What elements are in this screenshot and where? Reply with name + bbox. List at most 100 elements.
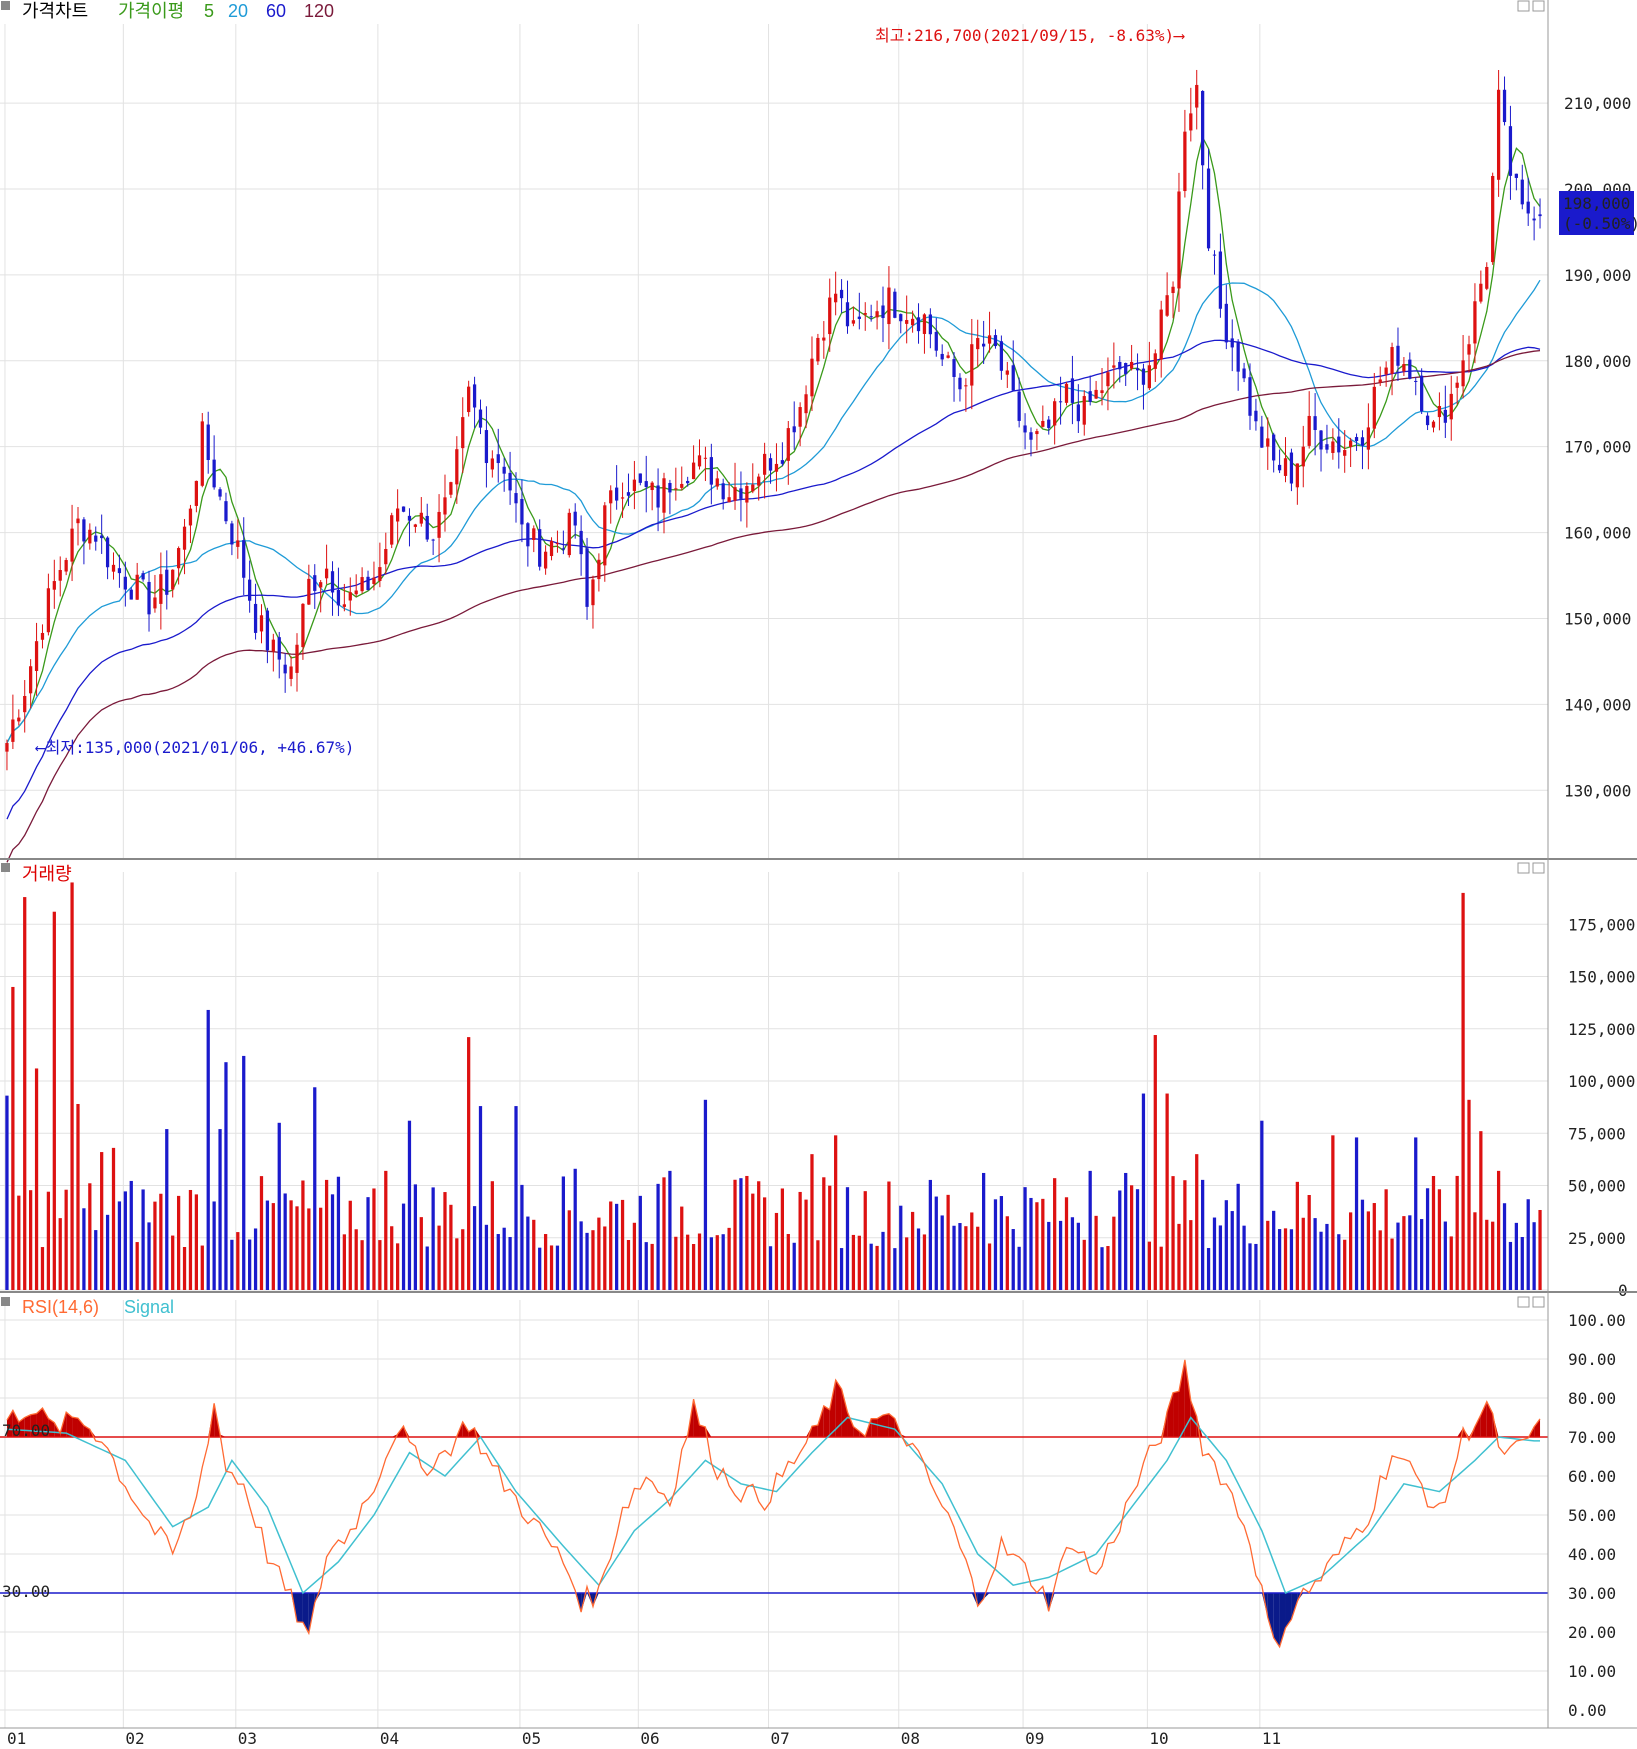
lower-level-label: 30.00 — [2, 1582, 50, 1601]
candle-body — [1532, 218, 1536, 221]
volume-bar — [455, 1238, 459, 1290]
volume-bar — [970, 1212, 974, 1290]
candle-body — [123, 576, 127, 590]
volume-bar — [1206, 1248, 1211, 1290]
candle-body — [549, 541, 554, 557]
volume-bar — [875, 1245, 879, 1290]
candle-body — [680, 483, 684, 488]
candle-body — [117, 568, 122, 574]
candle-body — [1076, 404, 1080, 422]
last-change-label: (-0.50%) — [1563, 214, 1637, 233]
panel-menu-icon[interactable] — [1, 863, 10, 872]
volume-bar — [319, 1207, 323, 1290]
candle-body — [1431, 421, 1436, 428]
candle-body — [40, 632, 45, 640]
volume-bar — [1112, 1216, 1116, 1290]
volume-bar — [1141, 1093, 1146, 1290]
candle-body — [638, 473, 642, 483]
volume-bar — [982, 1172, 986, 1290]
volume-bar — [591, 1230, 595, 1290]
minimize-icon[interactable] — [1517, 0, 1530, 12]
volume-bar — [1366, 1211, 1371, 1290]
candle-body — [100, 535, 104, 539]
candle-body — [200, 421, 204, 486]
candle-body — [253, 603, 258, 633]
candle-body — [176, 548, 181, 569]
candle-body — [218, 489, 222, 497]
volume-bar — [384, 1170, 388, 1290]
volume-bar — [703, 1099, 708, 1290]
candle-body — [1402, 364, 1406, 372]
volume-bar — [1496, 1170, 1501, 1290]
candle-body — [236, 540, 240, 547]
volume-bar — [396, 1243, 400, 1290]
candle-body — [1147, 365, 1151, 389]
candle-body — [1129, 361, 1134, 369]
rsi-overbought-fill — [871, 1418, 878, 1437]
volume-bar — [810, 1154, 814, 1290]
volume-bar — [64, 1189, 68, 1290]
volume-bar — [1189, 1220, 1193, 1290]
volume-bar — [999, 1196, 1004, 1290]
volume-bar — [342, 1234, 346, 1290]
candle-body — [816, 337, 820, 362]
candle-body — [1443, 409, 1447, 423]
candle-body — [668, 482, 672, 493]
candle-body — [330, 571, 335, 593]
volume-bar — [29, 1190, 33, 1290]
candle-body — [88, 529, 92, 544]
close-icon[interactable] — [1532, 862, 1545, 874]
candle-body — [526, 523, 530, 547]
volume-bar — [638, 1195, 642, 1290]
candle-body — [1301, 446, 1305, 467]
minimize-icon[interactable] — [1517, 862, 1530, 874]
volume-bar — [265, 1200, 270, 1290]
candle-body — [1473, 301, 1477, 344]
candle-body — [609, 490, 613, 504]
volume-bar — [804, 1199, 808, 1290]
month-tick-label: 02 — [125, 1729, 144, 1748]
rsi-tick-label: 90.00 — [1568, 1350, 1616, 1369]
rsi-overbought-fill — [823, 1405, 830, 1437]
volume-bar — [1461, 892, 1465, 1290]
volume-bar — [1147, 1241, 1151, 1290]
candle-body — [105, 537, 110, 568]
volume-bar — [526, 1216, 530, 1290]
candle-body — [632, 479, 637, 491]
rsi-tick-label: 40.00 — [1568, 1545, 1616, 1564]
volume-bar — [1242, 1225, 1246, 1290]
volume-bar — [609, 1201, 613, 1290]
candle-body — [1461, 360, 1465, 387]
candle-body — [301, 603, 305, 648]
candle-body — [952, 359, 956, 377]
volume-bar — [1058, 1220, 1063, 1290]
minimize-icon[interactable] — [1517, 1296, 1530, 1308]
candle-body — [993, 335, 998, 347]
volume-bar — [1260, 1120, 1264, 1290]
candle-body — [461, 417, 465, 449]
candle-body — [94, 535, 98, 542]
legend-ma60: 60 — [266, 1, 286, 21]
volume-bar — [1532, 1222, 1536, 1290]
candle-body — [46, 588, 51, 633]
candle-body — [615, 487, 619, 501]
close-icon[interactable] — [1532, 1296, 1545, 1308]
rsi-tick-label: 0.00 — [1568, 1701, 1607, 1720]
legend-volume: 거래량 — [22, 864, 72, 884]
candle-body — [159, 574, 163, 604]
candle-body — [1348, 440, 1353, 448]
price-tick-label: 150,000 — [1564, 609, 1631, 628]
volume-bar — [1135, 1189, 1140, 1290]
volume-bar — [1283, 1228, 1288, 1290]
volume-bar — [845, 1187, 850, 1290]
candle-body — [1354, 437, 1359, 442]
volume-bar — [52, 911, 56, 1290]
candle-body — [283, 664, 287, 674]
close-icon[interactable] — [1532, 0, 1545, 12]
rsi-tick-label: 70.00 — [1568, 1428, 1616, 1447]
panel-menu-icon[interactable] — [1, 1297, 10, 1306]
volume-bar — [1431, 1176, 1436, 1290]
volume-bar — [1343, 1239, 1347, 1290]
panel-menu-icon[interactable] — [1, 1, 10, 10]
volume-bar — [1390, 1238, 1394, 1290]
